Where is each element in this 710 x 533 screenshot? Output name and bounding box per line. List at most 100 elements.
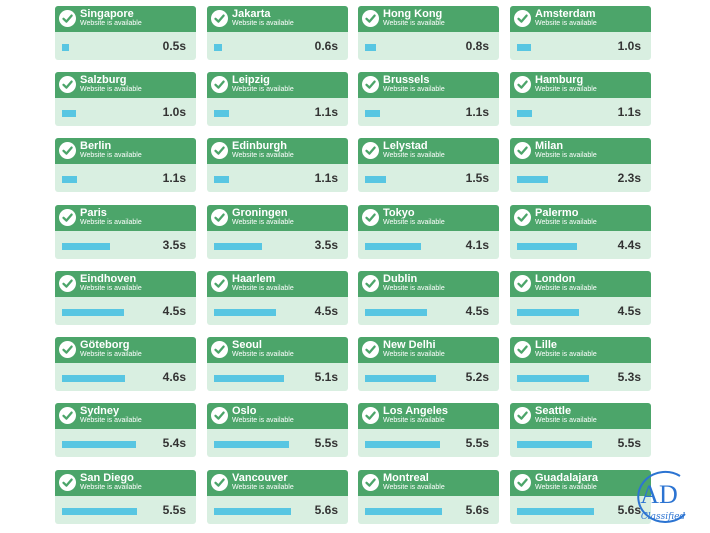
response-time-bar (517, 441, 592, 448)
availability-status: Website is available (535, 152, 597, 159)
location-card[interactable]: Göteborg Website is available 4.6s (55, 337, 196, 391)
location-card[interactable]: New Delhi Website is available 5.2s (358, 337, 499, 391)
location-card[interactable]: Montreal Website is available 5.6s (358, 470, 499, 524)
availability-status: Website is available (383, 86, 445, 93)
location-card[interactable]: Los Angeles Website is available 5.5s (358, 403, 499, 457)
availability-status: Website is available (232, 285, 294, 292)
response-time-bar (365, 441, 440, 448)
response-time: 1.1s (162, 171, 186, 185)
location-card[interactable]: Jakarta Website is available 0.6s (207, 6, 348, 60)
location-card[interactable]: Seattle Website is available 5.5s (510, 403, 651, 457)
city-name: Berlin (80, 140, 112, 152)
response-time: 5.5s (314, 436, 338, 450)
response-time-bar (517, 243, 577, 250)
response-time: 4.5s (465, 304, 489, 318)
response-time: 4.5s (314, 304, 338, 318)
response-time: 3.5s (162, 238, 186, 252)
check-circle-icon (59, 209, 76, 226)
card-header: Eindhoven Website is available (55, 271, 196, 297)
location-card[interactable]: Haarlem Website is available 4.5s (207, 271, 348, 325)
check-circle-icon (362, 407, 379, 424)
check-circle-icon (59, 474, 76, 491)
location-card[interactable]: Berlin Website is available 1.1s (55, 138, 196, 192)
check-circle-icon (211, 142, 228, 159)
city-name: Göteborg (80, 339, 130, 351)
response-time: 1.0s (162, 105, 186, 119)
availability-status: Website is available (232, 417, 294, 424)
check-circle-icon (211, 474, 228, 491)
card-header: Salzburg Website is available (55, 72, 196, 98)
response-time: 1.1s (314, 171, 338, 185)
card-header: Jakarta Website is available (207, 6, 348, 32)
check-circle-icon (59, 76, 76, 93)
location-card[interactable]: Tokyo Website is available 4.1s (358, 205, 499, 259)
city-name: Sydney (80, 405, 120, 417)
check-circle-icon (362, 275, 379, 292)
card-header: Guadalajara Website is available (510, 470, 651, 496)
location-card[interactable]: Salzburg Website is available 1.0s (55, 72, 196, 126)
location-card[interactable]: Palermo Website is available 4.4s (510, 205, 651, 259)
city-name: Singapore (80, 8, 134, 20)
city-name: Montreal (383, 472, 429, 484)
card-header: Brussels Website is available (358, 72, 499, 98)
location-card[interactable]: Paris Website is available 3.5s (55, 205, 196, 259)
city-name: New Delhi (383, 339, 436, 351)
location-card[interactable]: Eindhoven Website is available 4.5s (55, 271, 196, 325)
response-time-bar (365, 44, 376, 51)
location-card[interactable]: Leipzig Website is available 1.1s (207, 72, 348, 126)
location-grid: Singapore Website is available 0.5s Jakarta… (0, 0, 710, 530)
card-header: Tokyo Website is available (358, 205, 499, 231)
check-circle-icon (362, 76, 379, 93)
response-time-bar (62, 309, 124, 316)
check-circle-icon (211, 209, 228, 226)
response-time: 1.1s (617, 105, 641, 119)
location-card[interactable]: Brussels Website is available 1.1s (358, 72, 499, 126)
card-header: Groningen Website is available (207, 205, 348, 231)
location-card[interactable]: Lelystad Website is available 1.5s (358, 138, 499, 192)
response-time-bar (214, 243, 262, 250)
response-time: 4.6s (162, 370, 186, 384)
location-card[interactable]: Amsterdam Website is available 1.0s (510, 6, 651, 60)
response-time: 5.4s (162, 436, 186, 450)
card-header: Singapore Website is available (55, 6, 196, 32)
card-header: London Website is available (510, 271, 651, 297)
availability-status: Website is available (80, 152, 142, 159)
location-card[interactable]: London Website is available 4.5s (510, 271, 651, 325)
location-card[interactable]: Dublin Website is available 4.5s (358, 271, 499, 325)
location-card[interactable]: Lille Website is available 5.3s (510, 337, 651, 391)
card-header: Oslo Website is available (207, 403, 348, 429)
location-card[interactable]: Vancouver Website is available 5.6s (207, 470, 348, 524)
check-circle-icon (362, 10, 379, 27)
location-card[interactable]: Seoul Website is available 5.1s (207, 337, 348, 391)
check-circle-icon (362, 209, 379, 226)
availability-status: Website is available (383, 351, 445, 358)
location-card[interactable]: Oslo Website is available 5.5s (207, 403, 348, 457)
city-name: Oslo (232, 405, 257, 417)
location-card[interactable]: Sydney Website is available 5.4s (55, 403, 196, 457)
location-card[interactable]: San Diego Website is available 5.5s (55, 470, 196, 524)
location-card[interactable]: Groningen Website is available 3.5s (207, 205, 348, 259)
response-time-bar (365, 243, 421, 250)
check-circle-icon (514, 76, 531, 93)
card-header: San Diego Website is available (55, 470, 196, 496)
check-circle-icon (211, 341, 228, 358)
location-card[interactable]: Guadalajara Website is available 5.6s (510, 470, 651, 524)
card-header: Dublin Website is available (358, 271, 499, 297)
availability-status: Website is available (535, 20, 597, 27)
response-time: 4.4s (617, 238, 641, 252)
card-header: Sydney Website is available (55, 403, 196, 429)
location-card[interactable]: Hong Kong Website is available 0.8s (358, 6, 499, 60)
location-card[interactable]: Milan Website is available 2.3s (510, 138, 651, 192)
response-time-bar (214, 441, 289, 448)
availability-status: Website is available (80, 351, 142, 358)
response-time: 4.1s (465, 238, 489, 252)
location-card[interactable]: Hamburg Website is available 1.1s (510, 72, 651, 126)
location-card[interactable]: Singapore Website is available 0.5s (55, 6, 196, 60)
availability-status: Website is available (232, 20, 294, 27)
location-card[interactable]: Edinburgh Website is available 1.1s (207, 138, 348, 192)
availability-status: Website is available (80, 86, 142, 93)
city-name: Brussels (383, 74, 430, 86)
check-circle-icon (514, 341, 531, 358)
city-name: Jakarta (232, 8, 271, 20)
response-time: 1.0s (617, 39, 641, 53)
